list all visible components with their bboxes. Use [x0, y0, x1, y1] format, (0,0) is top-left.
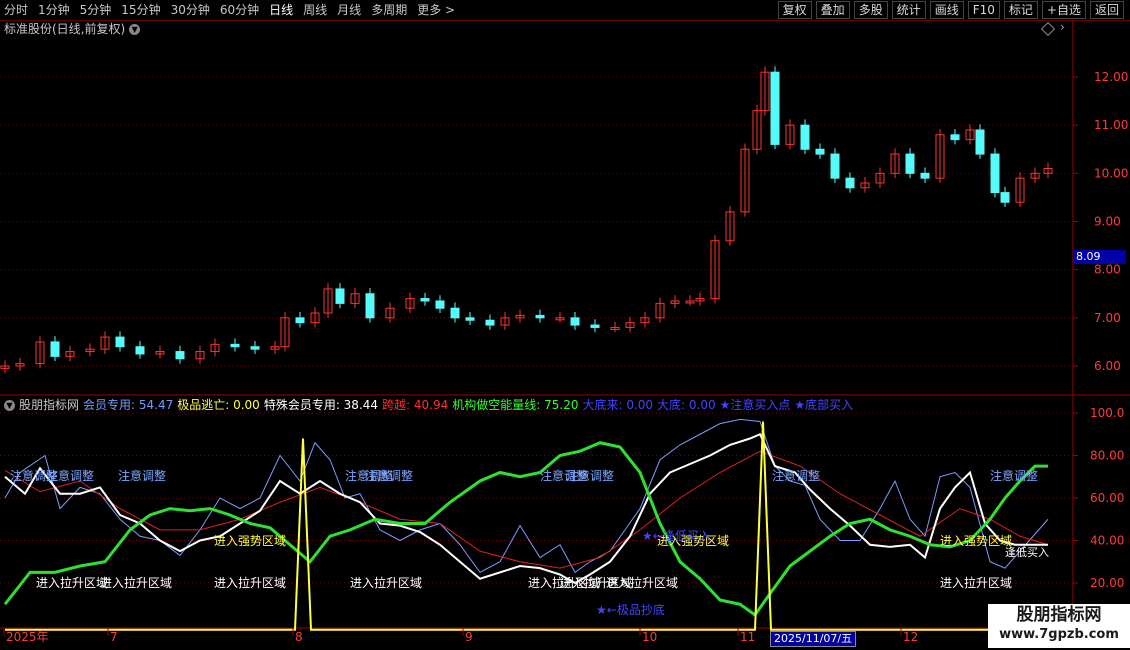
candle-body — [135, 346, 145, 355]
y-tick-label: 9.00 — [1094, 215, 1121, 229]
label-adjust: 注意调整 — [118, 468, 166, 483]
x-tick-label: 9 — [465, 630, 473, 644]
candle-body — [175, 351, 185, 360]
line-escape — [5, 421, 1048, 631]
x-tick-label: 10 — [642, 630, 657, 644]
y-tick-label: 12.00 — [1094, 70, 1128, 84]
label-adjust: 注意调整 — [990, 468, 1038, 483]
candle-body — [845, 177, 855, 189]
label-strong: 进入强势区域 — [940, 534, 1012, 548]
candle-body — [975, 129, 985, 155]
watermark-title: 股朋指标网 — [1016, 605, 1102, 625]
x-tick-label: 12 — [903, 630, 918, 644]
x-tick-label: 7 — [110, 630, 118, 644]
candle-body — [920, 172, 930, 179]
label-adjust: 注意调整 — [772, 468, 820, 483]
label-lift: 进入拉升区域 — [606, 575, 678, 590]
candle-body — [230, 343, 240, 348]
indicator-value: 大底来: 0.00 — [582, 398, 654, 412]
candle-body — [435, 300, 445, 309]
label-lift: 进入拉升区域 — [100, 575, 172, 590]
label-adjust: 注意调整 — [46, 468, 94, 483]
x-tick-label: 2025年 — [6, 630, 49, 644]
indicator-value: ★注意买入点 — [719, 398, 791, 412]
x-tick-label: 8 — [295, 630, 303, 644]
label-bottom: ★←极品抄底 — [596, 602, 665, 617]
indicator-value: 大底: 0.00 — [657, 398, 716, 412]
y-tick-label: 8.00 — [1094, 263, 1121, 277]
y-tick-label: 80.00 — [1090, 449, 1124, 463]
candle-body — [950, 134, 960, 141]
indicator-header: ▼ 股朋指标网 会员专用: 54.47 极品逃亡: 0.00 特殊会员专用: 38.44… — [4, 397, 861, 413]
candle-body — [770, 71, 780, 145]
y-tick-label: 7.00 — [1094, 311, 1121, 325]
candle-body — [335, 288, 345, 304]
chevron-down-icon[interactable]: ▼ — [4, 400, 15, 411]
candle-body — [295, 317, 305, 324]
chart-canvas[interactable]: 12.00 11.00 10.00 9.00 8.00 7.00 6.00 100.0 80.0… — [0, 0, 1130, 650]
candle-body — [250, 346, 260, 350]
indicator-value: ★底部买入 — [794, 398, 854, 412]
candle-body — [365, 293, 375, 319]
indicator-value: 跨越: 40.94 — [382, 398, 449, 412]
cursor-date: 2025/11/07/五 — [770, 631, 857, 647]
y-tick-label: 100.0 — [1090, 406, 1124, 420]
y-tick-label: 40.00 — [1090, 534, 1124, 548]
indicator-name: 股朋指标网 — [19, 398, 80, 412]
watermark-url: www.7gpzb.com — [999, 627, 1119, 642]
line-member — [4, 418, 1049, 574]
candle-body — [815, 148, 825, 155]
y-tick-label: 20.00 — [1090, 576, 1124, 590]
candle-body — [485, 319, 495, 326]
candle-body — [830, 153, 840, 179]
candle-body — [905, 153, 915, 174]
candle-body — [570, 317, 580, 326]
indicator-value: 会员专用: 54.47 — [83, 398, 174, 412]
candle-body — [115, 336, 125, 348]
indicator-value: 特殊会员专用: 38.44 — [263, 398, 379, 412]
y-tick-label: 11.00 — [1094, 118, 1128, 132]
candle-body — [420, 298, 430, 302]
candle-body — [50, 341, 60, 357]
candle-body — [990, 153, 1000, 194]
candle-body — [1000, 192, 1010, 203]
line-special — [4, 432, 1048, 585]
x-tick-label: 11 — [740, 630, 755, 644]
watermark: 股朋指标网 www.7gpzb.com — [988, 604, 1130, 648]
candle-body — [465, 317, 475, 321]
label-fish: ★←逢低买入 — [642, 529, 711, 543]
label-low: 逢低买入 — [1005, 546, 1049, 559]
y-tick-label: 6.00 — [1094, 359, 1121, 373]
current-price-badge: 8.09 — [1074, 250, 1126, 264]
label-adjust: 注意调整 — [365, 468, 413, 483]
indicator-value: 机构做空能量线: 75.20 — [452, 398, 579, 412]
label-lift: 进入拉升区域 — [214, 575, 286, 590]
label-lift: 进入拉升区域 — [940, 575, 1012, 590]
indicator-value: 极品逃亡: 0.00 — [177, 398, 260, 412]
y-tick-label: 10.00 — [1094, 166, 1128, 180]
candle-body — [800, 124, 810, 150]
label-lift: 进入拉升区域 — [350, 575, 422, 590]
candle-body — [450, 307, 460, 319]
candle-body — [535, 314, 545, 319]
y-tick-label: 60.00 — [1090, 491, 1124, 505]
label-strong: 进入强势区域 — [214, 534, 286, 548]
label-lift: 进入拉升区域 — [36, 575, 108, 590]
candle-body — [590, 324, 600, 328]
label-adjust: 注意调整 — [566, 468, 614, 483]
